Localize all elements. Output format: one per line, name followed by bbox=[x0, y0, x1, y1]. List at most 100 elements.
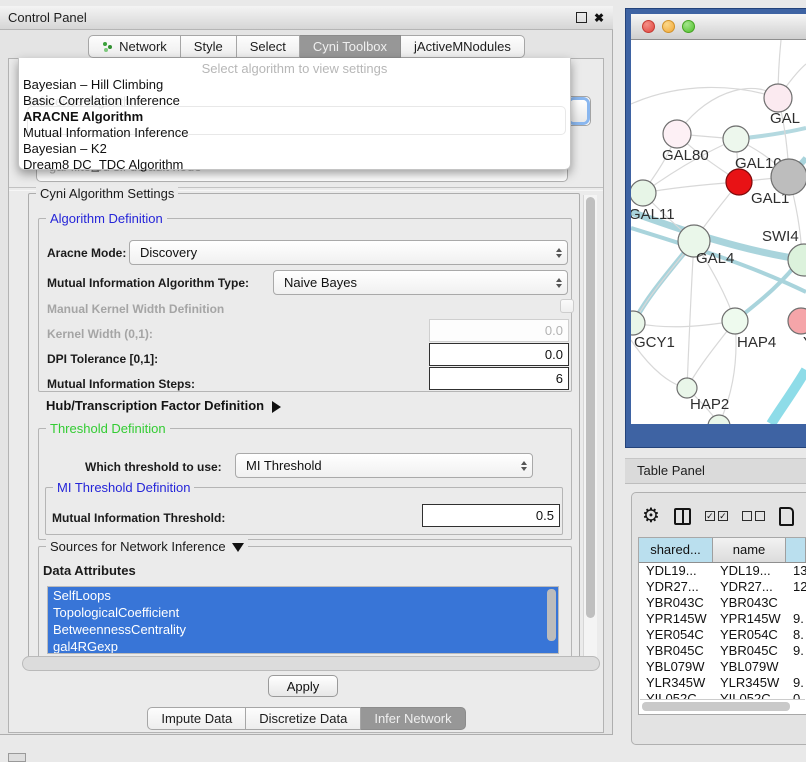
aracne-mode-value: Discovery bbox=[130, 245, 551, 260]
mi-threshold-title: MI Threshold Definition bbox=[53, 480, 194, 495]
settings-vertical-scrollbar[interactable] bbox=[583, 195, 597, 660]
table-row[interactable]: YER054CYER054C8. bbox=[639, 627, 806, 643]
close-traffic-light[interactable] bbox=[642, 20, 655, 33]
data-attributes-label: Data Attributes bbox=[43, 563, 136, 578]
attribute-item[interactable]: TopologicalCoefficient bbox=[48, 604, 558, 621]
bottom-tab-impute-data[interactable]: Impute Data bbox=[147, 707, 246, 730]
tab-select[interactable]: Select bbox=[237, 35, 300, 58]
network-node-label: GAL4 bbox=[696, 250, 734, 267]
network-node-label: GAL80 bbox=[662, 147, 709, 164]
network-node[interactable] bbox=[726, 169, 752, 195]
table-cell bbox=[786, 659, 806, 675]
table-horizontal-scrollbar[interactable] bbox=[640, 699, 805, 713]
table-cell: YDL19... bbox=[713, 563, 786, 579]
network-node-label: GAL bbox=[770, 110, 800, 127]
mi-threshold-group: MI Threshold Definition Mutual Informati… bbox=[45, 487, 563, 535]
column-header[interactable]: name bbox=[713, 538, 786, 562]
network-node[interactable] bbox=[723, 126, 749, 152]
mi-type-value: Naive Bayes bbox=[274, 275, 551, 290]
network-node[interactable] bbox=[663, 120, 691, 148]
algorithm-definition-group: Algorithm Definition Aracne Mode: Discov… bbox=[38, 218, 572, 392]
network-node[interactable] bbox=[771, 159, 806, 195]
gear-icon[interactable]: ⚙ bbox=[642, 506, 660, 526]
attribute-item[interactable]: gal4RGexp bbox=[48, 638, 558, 654]
bottom-tab-discretize-data-label: Discretize Data bbox=[259, 711, 347, 726]
table-row[interactable]: YBL079WYBL079W bbox=[639, 659, 806, 675]
network-node-label: GAL11 bbox=[631, 206, 675, 223]
table-cell: 13 bbox=[786, 563, 806, 579]
dpi-tolerance-field[interactable]: 0.0 bbox=[429, 343, 569, 366]
table-cell: YLR345W bbox=[639, 675, 713, 691]
table-cell: 9. bbox=[786, 643, 806, 659]
algorithm-option[interactable]: Bayesian – K2 bbox=[19, 141, 570, 157]
minimize-traffic-light[interactable] bbox=[662, 20, 675, 33]
table-row[interactable]: YLR345WYLR345W9. bbox=[639, 675, 806, 691]
float-window-icon[interactable] bbox=[576, 12, 587, 23]
column-header[interactable]: shared... bbox=[639, 538, 713, 562]
which-threshold-combo[interactable]: MI Threshold bbox=[235, 453, 533, 478]
scrollbar-thumb[interactable] bbox=[586, 197, 595, 618]
expand-right-icon bbox=[272, 401, 287, 413]
select-all-columns-icon[interactable]: ✓✓ bbox=[705, 511, 728, 521]
network-node[interactable] bbox=[722, 308, 748, 334]
columns-icon[interactable] bbox=[674, 508, 691, 525]
table-cell: 8. bbox=[786, 627, 806, 643]
control-panel-tabs: NetworkStyle Select Cyni ToolboxjActiveMNo… bbox=[8, 35, 605, 59]
network-view-titlebar[interactable] bbox=[631, 14, 806, 40]
sources-group: Sources for Network Inference Data Attri… bbox=[38, 546, 572, 660]
bottom-tab-infer-network[interactable]: Infer Network bbox=[361, 707, 465, 730]
network-node[interactable] bbox=[631, 311, 645, 335]
tab-jactivemnodules[interactable]: jActiveMNodules bbox=[401, 35, 525, 58]
tab-select-label: Select bbox=[250, 39, 286, 54]
mi-type-combo[interactable]: Naive Bayes bbox=[273, 270, 568, 295]
deselect-all-columns-icon[interactable] bbox=[742, 511, 765, 521]
network-node[interactable] bbox=[677, 378, 697, 398]
mi-steps-field[interactable]: 6 bbox=[429, 367, 569, 390]
algorithm-option[interactable]: Dream8 DC_TDC Algorithm bbox=[19, 157, 570, 173]
attribute-item[interactable]: BetweennessCentrality bbox=[48, 621, 558, 638]
kernel-width-field[interactable]: 0.0 bbox=[429, 319, 569, 342]
close-icon[interactable]: ✖ bbox=[594, 13, 604, 23]
sources-title-text: Sources for Network Inference bbox=[50, 539, 226, 554]
settings-horizontal-scrollbar[interactable] bbox=[22, 656, 600, 671]
hub-definition-expander[interactable]: Hub/Transcription Factor Definition bbox=[46, 398, 287, 413]
tab-network[interactable]: Network bbox=[88, 35, 181, 58]
export-table-icon[interactable] bbox=[779, 507, 794, 526]
table-row[interactable]: YDR27...YDR27...12 bbox=[639, 579, 806, 595]
data-attributes-list[interactable]: SelfLoopsTopologicalCoefficientBetweenne… bbox=[47, 586, 559, 654]
bottom-tab-discretize-data[interactable]: Discretize Data bbox=[246, 707, 361, 730]
network-node[interactable] bbox=[788, 308, 806, 334]
minimized-panel-icon[interactable] bbox=[8, 753, 26, 762]
algorithm-option[interactable]: Bayesian – Hill Climbing bbox=[19, 77, 570, 93]
mi-threshold-label: Mutual Information Threshold: bbox=[52, 511, 225, 525]
network-node-label: GCY1 bbox=[634, 334, 675, 351]
scrollbar-thumb[interactable] bbox=[642, 702, 790, 711]
sources-title[interactable]: Sources for Network Inference bbox=[46, 539, 248, 555]
list-scrollbar-thumb[interactable] bbox=[547, 589, 556, 641]
table-cell: YER054C bbox=[639, 627, 713, 643]
table-cell: 12 bbox=[786, 579, 806, 595]
network-icon bbox=[102, 41, 114, 53]
table-row[interactable]: YPR145WYPR145W9. bbox=[639, 611, 806, 627]
table-row[interactable]: YBR045CYBR045C9. bbox=[639, 643, 806, 659]
dropdown-placeholder: Select algorithm to view settings bbox=[19, 60, 570, 77]
manual-kernel-checkbox[interactable] bbox=[560, 299, 574, 313]
tab-cyni-toolbox[interactable]: Cyni Toolbox bbox=[300, 35, 401, 58]
table-row[interactable]: YBR043CYBR043C bbox=[639, 595, 806, 611]
network-node[interactable] bbox=[708, 415, 730, 424]
attribute-item[interactable]: SelfLoops bbox=[48, 587, 558, 604]
table-cell: YBR043C bbox=[713, 595, 786, 611]
tab-style[interactable]: Style bbox=[181, 35, 237, 58]
column-header[interactable] bbox=[786, 538, 806, 562]
mi-threshold-field[interactable]: 0.5 bbox=[422, 504, 560, 527]
apply-button[interactable]: Apply bbox=[268, 675, 338, 697]
table-cell: YBR045C bbox=[713, 643, 786, 659]
zoom-traffic-light[interactable] bbox=[682, 20, 695, 33]
mi-steps-label: Mutual Information Steps: bbox=[47, 377, 195, 391]
table-row[interactable]: YDL19...YDL19...13 bbox=[639, 563, 806, 579]
network-canvas[interactable]: GALGAL80GAL10GAL1GAL11SWI4GAL4GCY1HAP4YH… bbox=[631, 40, 806, 424]
network-node[interactable] bbox=[764, 84, 792, 112]
aracne-mode-combo[interactable]: Discovery bbox=[129, 240, 568, 265]
bottom-tab-infer-network-label: Infer Network bbox=[374, 711, 451, 726]
network-node[interactable] bbox=[631, 180, 656, 206]
